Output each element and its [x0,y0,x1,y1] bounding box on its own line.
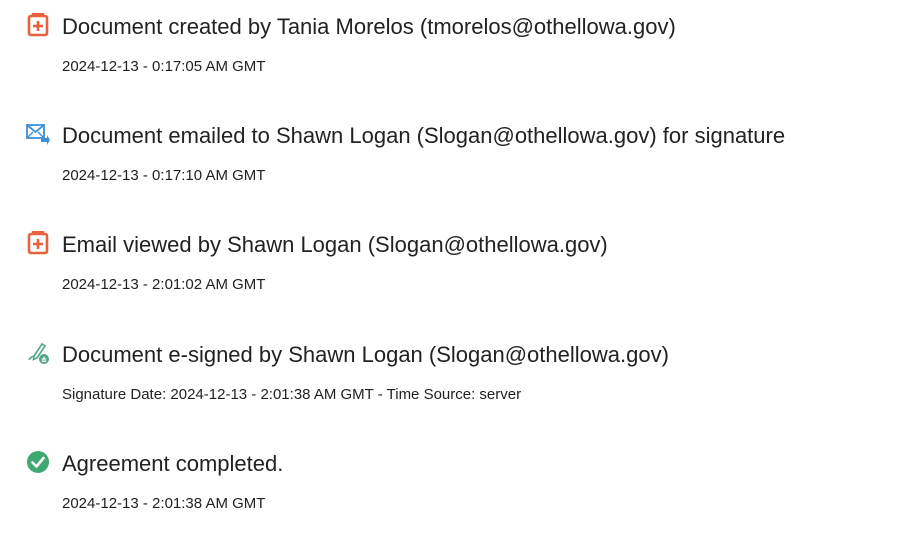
email-sent-icon [26,122,50,146]
event-title: Document emailed to Shawn Logan (Slogan@… [62,123,786,148]
event-title: Email viewed by Shawn Logan (Slogan@othe… [62,232,608,257]
event-signature-detail: Signature Date: 2024-12-13 - 2:01:38 AM … [62,386,522,403]
event-timestamp: 2024-12-13 - 2:01:02 AM GMT [62,276,266,293]
event-title: Agreement completed. [62,451,284,476]
e-sign-pen-icon [26,341,50,365]
event-timestamp: 2024-12-13 - 0:17:10 AM GMT [62,167,266,184]
event-timestamp: 2024-12-13 - 0:17:05 AM GMT [62,58,266,75]
check-circle-icon [26,450,50,474]
document-icon [26,231,50,255]
event-title: Document created by Tania Morelos (tmore… [62,14,676,39]
event-timestamp: 2024-12-13 - 2:01:38 AM GMT [62,495,266,512]
event-title: Document e-signed by Shawn Logan (Slogan… [62,342,669,367]
document-icon [26,13,50,37]
